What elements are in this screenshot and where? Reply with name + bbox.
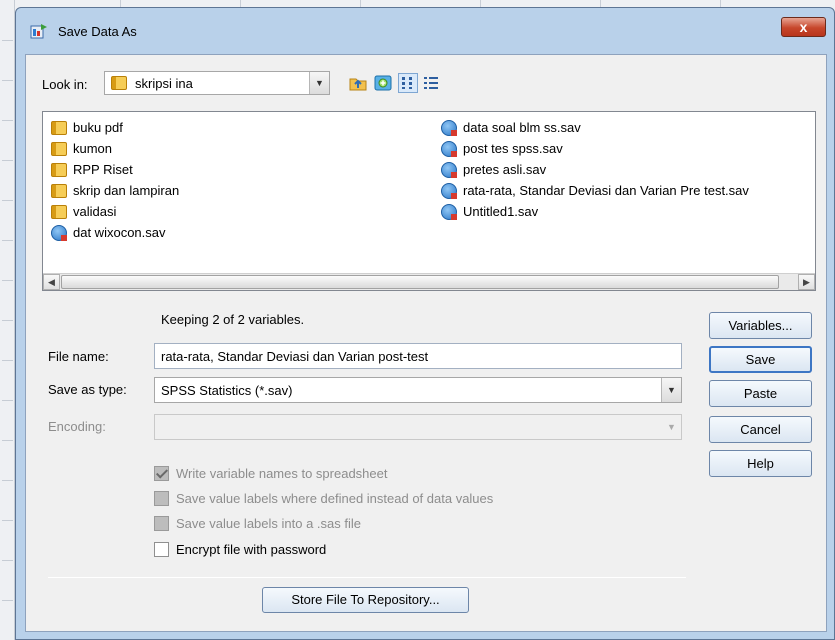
list-item[interactable]: pretes asli.sav bbox=[441, 160, 546, 179]
scrollbar-thumb[interactable] bbox=[61, 275, 779, 289]
sav-file-icon bbox=[441, 119, 457, 136]
file-name: validasi bbox=[73, 204, 117, 219]
folder-icon bbox=[51, 141, 67, 156]
list-item[interactable]: skrip dan lampiran bbox=[51, 181, 179, 200]
sav-file-icon bbox=[441, 140, 457, 157]
list-item[interactable]: validasi bbox=[51, 202, 116, 221]
folder-icon bbox=[51, 183, 67, 198]
up-folder-icon[interactable] bbox=[348, 73, 368, 93]
chevron-down-icon[interactable]: ▼ bbox=[309, 72, 329, 94]
file-name: buku pdf bbox=[73, 120, 123, 135]
checkbox-box[interactable] bbox=[154, 541, 169, 557]
sav-file-icon bbox=[51, 224, 67, 241]
dialog-body: Look in: skripsi ina ▼ buku pdf kumon RP… bbox=[25, 54, 827, 632]
checkbox-label: Encrypt file with password bbox=[176, 541, 327, 557]
folder-icon bbox=[111, 76, 133, 90]
scroll-left-icon[interactable]: ◀ bbox=[43, 274, 60, 290]
look-in-value: skripsi ina bbox=[135, 76, 193, 91]
encoding-dropdown: ▼ bbox=[154, 414, 682, 440]
folder-icon bbox=[51, 204, 67, 219]
new-folder-icon[interactable] bbox=[373, 73, 393, 93]
checkbox-box[interactable] bbox=[154, 490, 169, 506]
list-view-icon[interactable] bbox=[398, 73, 418, 93]
cancel-button[interactable]: Cancel bbox=[709, 416, 812, 443]
list-item[interactable]: kumon bbox=[51, 139, 112, 158]
checkbox-box[interactable] bbox=[154, 515, 169, 531]
write-variable-names-checkbox[interactable]: Write variable names to spreadsheet bbox=[154, 464, 387, 482]
checkbox-label: Write variable names to spreadsheet bbox=[176, 465, 388, 481]
sav-file-icon bbox=[441, 182, 457, 199]
divider bbox=[48, 577, 686, 578]
sav-file-icon bbox=[441, 203, 457, 220]
file-name: dat wixocon.sav bbox=[73, 225, 166, 240]
folder-icon bbox=[51, 162, 67, 177]
list-item[interactable]: data soal blm ss.sav bbox=[441, 118, 581, 137]
list-item[interactable]: post tes spss.sav bbox=[441, 139, 563, 158]
list-item[interactable]: buku pdf bbox=[51, 118, 123, 137]
keeping-variables-text: Keeping 2 of 2 variables. bbox=[161, 312, 305, 327]
title-bar[interactable]: Save Data As x bbox=[16, 8, 834, 54]
file-name: kumon bbox=[73, 141, 113, 156]
save-data-as-dialog: Save Data As x Look in: skripsi ina ▼ bu… bbox=[15, 7, 835, 640]
chevron-down-icon[interactable]: ▼ bbox=[661, 378, 681, 402]
dialog-title: Save Data As bbox=[58, 24, 137, 39]
file-name: pretes asli.sav bbox=[463, 162, 547, 177]
file-name: Untitled1.sav bbox=[463, 204, 539, 219]
look-in-dropdown[interactable]: skripsi ina ▼ bbox=[104, 71, 330, 95]
list-item[interactable]: rata-rata, Standar Deviasi dan Varian Pr… bbox=[441, 181, 815, 200]
encrypt-file-checkbox[interactable]: Encrypt file with password bbox=[154, 540, 326, 558]
file-name: data soal blm ss.sav bbox=[463, 120, 581, 135]
save-as-type-label: Save as type: bbox=[48, 382, 127, 397]
checkbox-label: Save value labels into a .sas file bbox=[176, 515, 361, 531]
save-sas-labels-checkbox[interactable]: Save value labels into a .sas file bbox=[154, 514, 361, 532]
file-name: rata-rata, Standar Deviasi dan Varian Pr… bbox=[463, 183, 749, 198]
checkbox-box[interactable] bbox=[154, 465, 169, 481]
list-item[interactable]: RPP Riset bbox=[51, 160, 133, 179]
folder-icon bbox=[51, 120, 67, 135]
checkbox-label: Save value labels where defined instead … bbox=[176, 490, 494, 506]
look-in-label: Look in: bbox=[42, 77, 88, 92]
sav-file-icon bbox=[441, 161, 457, 178]
save-as-type-value: SPSS Statistics (*.sav) bbox=[161, 383, 293, 398]
file-name-value: rata-rata, Standar Deviasi dan Varian po… bbox=[161, 349, 429, 364]
store-file-to-repository-button[interactable]: Store File To Repository... bbox=[262, 587, 469, 613]
file-name: post tes spss.sav bbox=[463, 141, 563, 156]
file-name: RPP Riset bbox=[73, 162, 133, 177]
background-row-header bbox=[0, 0, 15, 640]
list-item[interactable]: Untitled1.sav bbox=[441, 202, 538, 221]
scroll-right-icon[interactable]: ▶ bbox=[798, 274, 815, 290]
help-button[interactable]: Help bbox=[709, 450, 812, 477]
list-item[interactable]: dat wixocon.sav bbox=[51, 223, 166, 242]
file-name-label: File name: bbox=[48, 349, 109, 364]
chevron-down-icon: ▼ bbox=[661, 415, 681, 439]
encoding-label: Encoding: bbox=[48, 419, 106, 434]
save-button[interactable]: Save bbox=[709, 346, 812, 373]
variables-button[interactable]: Variables... bbox=[709, 312, 812, 339]
file-list[interactable]: buku pdf kumon RPP Riset skrip dan lampi… bbox=[42, 111, 816, 291]
details-view-icon[interactable] bbox=[421, 73, 441, 93]
file-name: skrip dan lampiran bbox=[73, 183, 180, 198]
paste-button[interactable]: Paste bbox=[709, 380, 812, 407]
file-name-input[interactable]: rata-rata, Standar Deviasi dan Varian po… bbox=[154, 343, 682, 369]
spss-save-icon bbox=[30, 23, 48, 39]
save-as-type-dropdown[interactable]: SPSS Statistics (*.sav) ▼ bbox=[154, 377, 682, 403]
close-button[interactable]: x bbox=[781, 17, 826, 37]
horizontal-scrollbar[interactable]: ◀ ▶ bbox=[43, 273, 815, 290]
save-value-labels-checkbox[interactable]: Save value labels where defined instead … bbox=[154, 489, 493, 507]
